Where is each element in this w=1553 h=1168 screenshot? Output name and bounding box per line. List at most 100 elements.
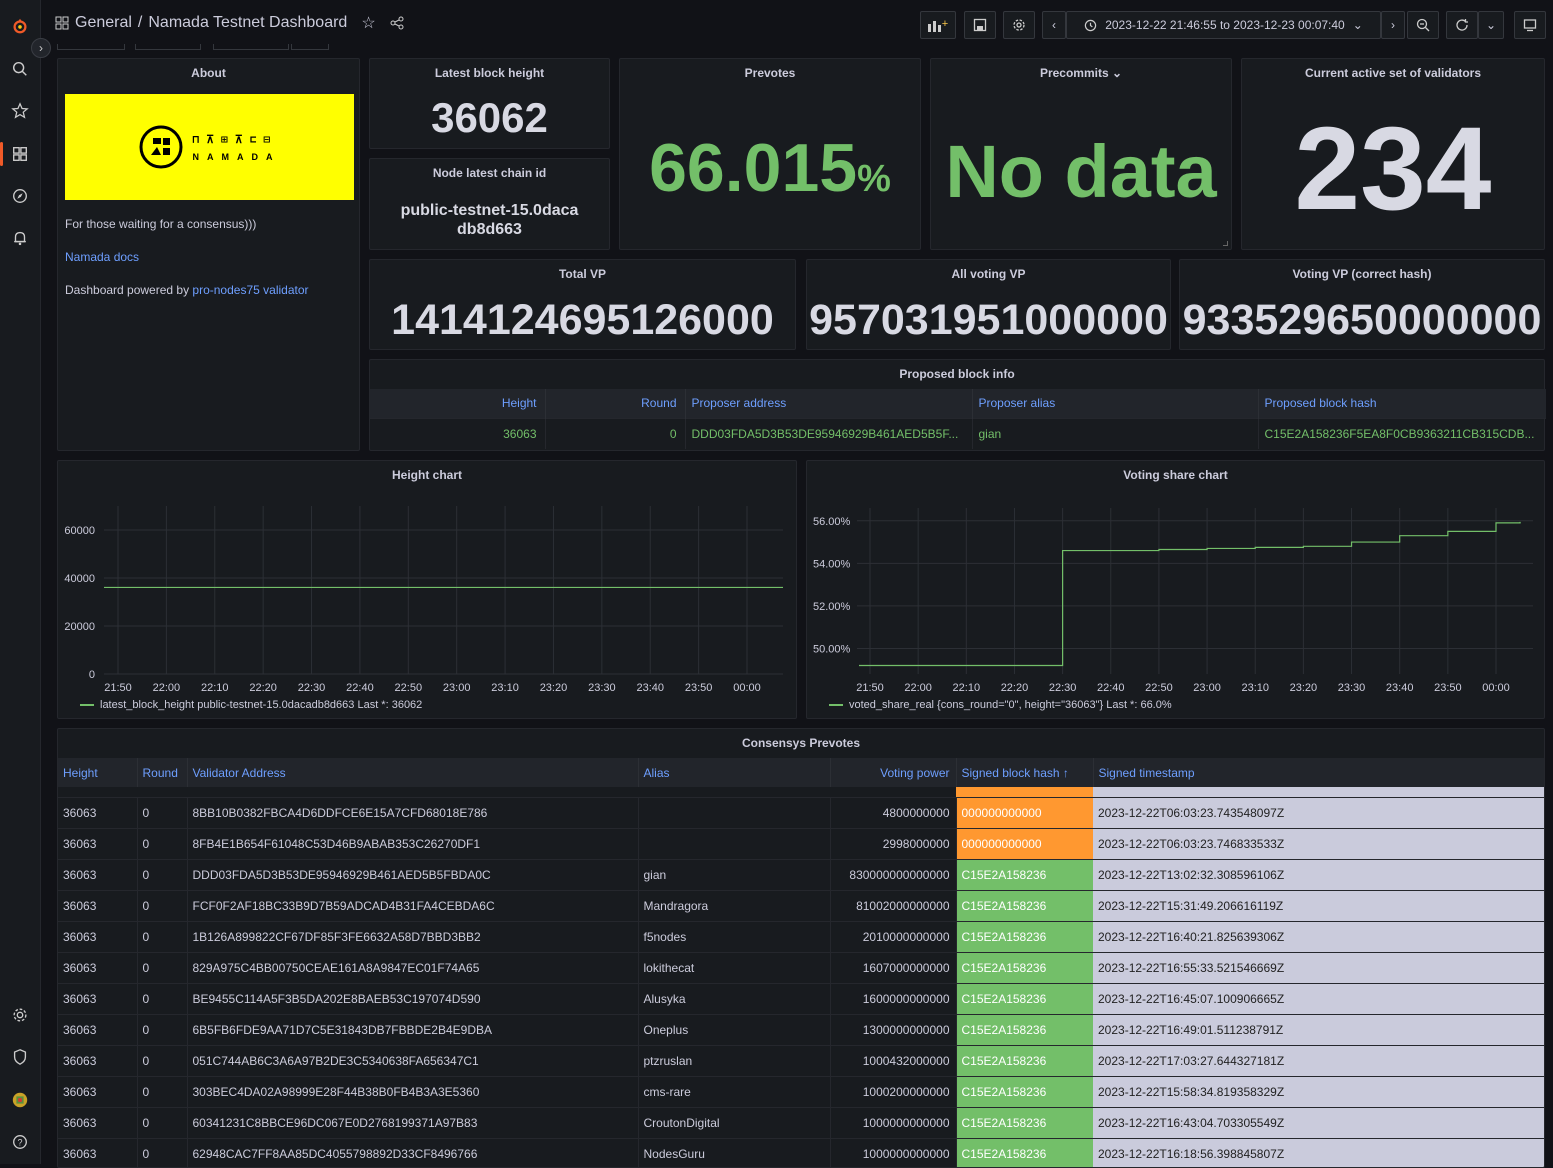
col-round[interactable]: Round xyxy=(137,758,188,787)
precommits-panel: Precommits ⌄ No data xyxy=(930,58,1232,250)
cell-alias: CroutonDigital xyxy=(638,1106,831,1138)
col-signed-timestamp[interactable]: Signed timestamp xyxy=(1093,758,1544,787)
cell-validator-address: 303BEC4DA02A98999E28F44B38B0FB4B3A3E5360 xyxy=(187,1075,639,1107)
about-tagline: For those waiting for a consensus))) xyxy=(65,217,257,231)
col-signed-block-hash[interactable]: Signed block hash ↑ xyxy=(956,758,1094,787)
y-tick-label: 56.00% xyxy=(813,516,851,528)
cell-height: 36063 xyxy=(58,1075,138,1107)
grafana-logo-icon[interactable] xyxy=(6,12,34,40)
refresh-button[interactable] xyxy=(1446,11,1478,39)
shield-icon[interactable] xyxy=(6,1043,34,1071)
add-panel-icon: + xyxy=(928,18,948,32)
cell-round: 0 xyxy=(137,1013,188,1045)
chevron-down-icon: ⌄ xyxy=(1352,18,1363,32)
svg-text:+: + xyxy=(942,18,948,30)
time-shift-forward-button[interactable]: › xyxy=(1381,11,1405,39)
time-range-picker[interactable]: 2023-12-22 21:46:55 to 2023-12-23 00:07:… xyxy=(1066,11,1381,39)
chain-id-value: public-testnet-15.0dacadb8d663 xyxy=(400,202,579,238)
consensus-spacer-row xyxy=(58,787,1544,797)
resize-handle-icon[interactable] xyxy=(1223,241,1228,246)
cell-voting-power: 830000000000000 xyxy=(830,858,957,890)
table-row: 36063 0 8FB4E1B654F61048C53D46B9ABAB353C26… xyxy=(58,827,1544,859)
cell-signed-hash: 000000000000 xyxy=(956,796,1093,828)
cell-signed-timestamp: 2023-12-22T06:03:23.746833533Z xyxy=(1093,827,1544,859)
cell-validator-address: 829A975C4BB00750CEAE161A8A9847EC01F74A65 xyxy=(187,951,639,983)
save-dashboard-button[interactable] xyxy=(964,11,996,39)
search-icon[interactable] xyxy=(6,55,34,83)
breadcrumb-root[interactable]: General xyxy=(75,14,132,32)
explore-compass-icon[interactable] xyxy=(6,182,34,210)
dashboards-icon[interactable] xyxy=(0,140,34,168)
alerting-bell-icon[interactable] xyxy=(6,224,34,252)
cell-voting-power: 1000432000000 xyxy=(830,1044,957,1076)
voting-share-chart-legend[interactable]: voted_share_real {cons_round="0", height… xyxy=(829,699,1172,711)
x-tick-label: 22:30 xyxy=(1049,682,1077,694)
star-icon[interactable] xyxy=(6,97,34,125)
legend-swatch xyxy=(80,704,94,706)
header-proposed-hash[interactable]: Proposed block hash xyxy=(1258,389,1546,418)
help-icon[interactable]: ? xyxy=(6,1128,34,1156)
x-tick-label: 23:20 xyxy=(1290,682,1318,694)
proposed-block-panel: Proposed block info Height Round Propose… xyxy=(369,359,1546,451)
header-proposer-alias[interactable]: Proposer alias xyxy=(972,389,1259,418)
refresh-interval-dropdown[interactable]: ⌄ xyxy=(1478,11,1504,39)
cell-alias: cms-rare xyxy=(638,1075,831,1107)
cell-signed-timestamp: 2023-12-22T16:45:07.100906665Z xyxy=(1093,982,1544,1014)
cell-voting-power: 81002000000000 xyxy=(830,889,957,921)
favorite-star-icon[interactable]: ☆ xyxy=(361,13,375,33)
refresh-icon xyxy=(1456,19,1468,31)
expand-sidebar-button[interactable]: › xyxy=(31,38,51,58)
cell-signed-hash: C15E2A158236 xyxy=(956,920,1093,952)
total-vp-panel: Total VP 1414124695126000 xyxy=(369,259,796,350)
zoom-out-button[interactable] xyxy=(1407,11,1439,39)
time-shift-back-button[interactable]: ‹ xyxy=(1042,11,1066,39)
header-round[interactable]: Round xyxy=(545,389,686,418)
y-tick-label: 60000 xyxy=(64,525,95,537)
series-line xyxy=(859,521,1521,667)
x-tick-label: 22:40 xyxy=(1097,682,1125,694)
header-height[interactable]: Height xyxy=(370,389,546,418)
dashboard-title[interactable]: Namada Testnet Dashboard xyxy=(148,14,347,32)
share-icon[interactable] xyxy=(390,16,404,30)
tv-mode-button[interactable] xyxy=(1514,11,1546,39)
proposed-round: 0 xyxy=(545,417,686,449)
voting-vp-correct-value: 933529650000000 xyxy=(1182,296,1542,344)
cell-round: 0 xyxy=(137,889,188,921)
col-validator-address[interactable]: Validator Address xyxy=(187,758,639,787)
height-chart-legend[interactable]: latest_block_height public-testnet-15.0d… xyxy=(80,699,422,711)
col-voting-power[interactable]: Voting power xyxy=(830,758,957,787)
precommits-title[interactable]: Precommits ⌄ xyxy=(931,66,1231,80)
consensus-title: Consensys Prevotes xyxy=(741,736,861,750)
cell-height: 36063 xyxy=(58,982,138,1014)
x-tick-label: 21:50 xyxy=(104,682,132,694)
col-height[interactable]: Height xyxy=(58,758,138,787)
x-tick-label: 22:40 xyxy=(346,682,374,694)
add-panel-button[interactable]: + xyxy=(920,11,956,39)
voting-share-chart-legend-text: voted_share_real {cons_round="0", height… xyxy=(849,699,1172,711)
cell-signed-timestamp: 2023-12-22T16:43:04.703305549Z xyxy=(1093,1106,1544,1138)
cell-validator-address: FCF0F2AF18BC33B9D7B59ADCAD4B31FA4CEBDA6C xyxy=(187,889,639,921)
x-tick-label: 22:20 xyxy=(249,682,277,694)
x-tick-label: 22:10 xyxy=(953,682,981,694)
col-alias[interactable]: Alias xyxy=(638,758,831,787)
voting-share-chart-svg[interactable]: 21:50 22:00 22:10 22:20 22:30 22:40 22:50 23:00… xyxy=(807,461,1546,720)
height-chart-svg[interactable]: 21:50 22:00 22:10 22:20 22:30 22:40 22:50 23:00… xyxy=(58,461,798,720)
y-tick-label: 40000 xyxy=(64,573,95,585)
table-row: 36063 0 303BEC4DA02A98999E28F44B38B0FB4B3A… xyxy=(58,1075,1544,1107)
table-row: 36063 0 BE9455C114A5F3B5DA202E8BAEB53C1970… xyxy=(58,982,1544,1014)
x-tick-label: 23:20 xyxy=(540,682,568,694)
voting-share-chart-panel: Voting share chart 21:50 22:00 22:10 22:20 2… xyxy=(806,460,1545,719)
cell-signed-timestamp: 2023-12-22T17:03:27.644327181Z xyxy=(1093,1044,1544,1076)
cell-height: 36063 xyxy=(58,827,138,859)
pro-nodes-link[interactable]: pro-nodes75 validator xyxy=(192,283,308,297)
user-avatar-icon[interactable] xyxy=(6,1086,34,1114)
namada-docs-link[interactable]: Namada docs xyxy=(65,250,139,264)
x-tick-label: 22:50 xyxy=(1145,682,1173,694)
cell-height: 36063 xyxy=(58,1106,138,1138)
cell-signed-hash: C15E2A158236 xyxy=(956,951,1093,983)
x-tick-label: 23:30 xyxy=(588,682,616,694)
dashboard-settings-button[interactable] xyxy=(1003,11,1035,39)
settings-gear-icon[interactable] xyxy=(6,1001,34,1029)
header-proposer-address[interactable]: Proposer address xyxy=(685,389,973,418)
cell-voting-power: 2010000000000 xyxy=(830,920,957,952)
